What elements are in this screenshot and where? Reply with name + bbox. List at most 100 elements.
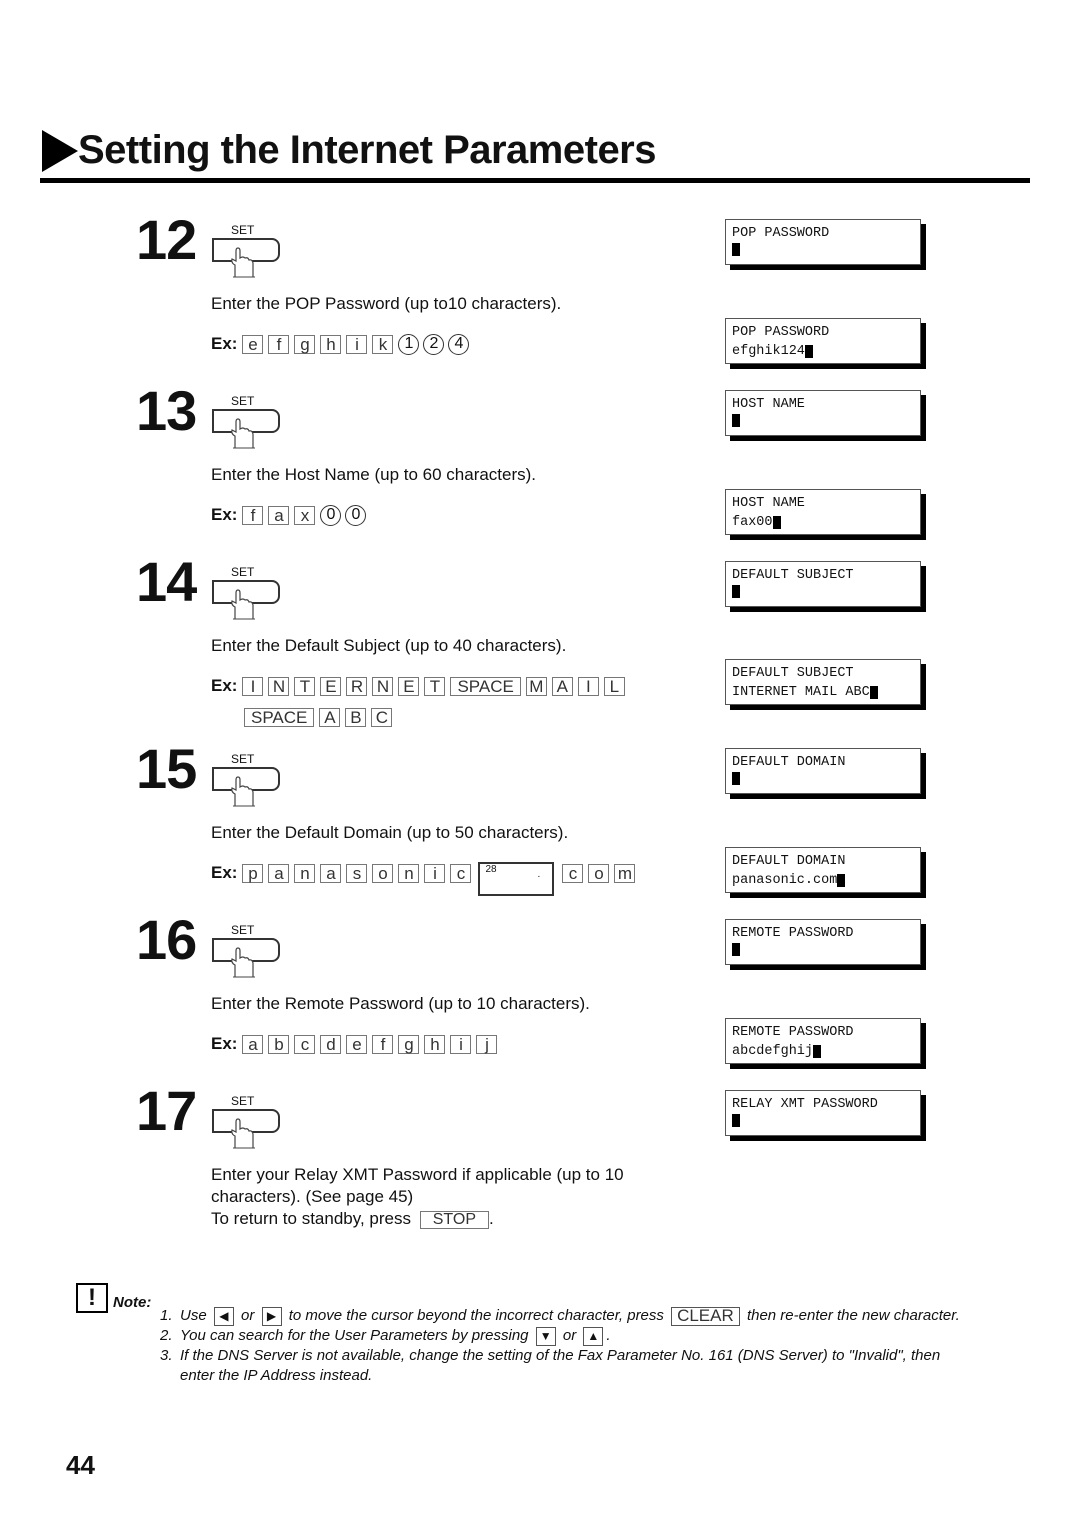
character-key[interactable]: L <box>603 676 625 696</box>
character-key[interactable]: E <box>320 676 342 696</box>
set-key[interactable]: SET <box>211 752 283 822</box>
character-key[interactable]: c <box>562 863 584 883</box>
set-key[interactable]: SET <box>211 394 283 464</box>
numeric-key[interactable]: 0 <box>345 504 367 526</box>
right-arrow-key[interactable]: ▶ <box>261 1306 282 1326</box>
set-key[interactable]: SET <box>211 923 283 993</box>
character-key[interactable]: g <box>294 334 316 354</box>
numeric-key[interactable]: 1 <box>398 333 420 355</box>
character-key[interactable]: B <box>345 707 367 727</box>
character-key[interactable]: b <box>268 1034 290 1054</box>
title-rule <box>40 178 1030 183</box>
character-key[interactable]: p <box>242 863 264 883</box>
character-key[interactable]: i <box>346 334 368 354</box>
character-key[interactable]: M <box>525 676 547 696</box>
example-keys: Ex: p a n a s o n i c 28. c o m <box>211 861 640 896</box>
left-arrow-key[interactable]: ◀ <box>213 1306 234 1326</box>
character-key[interactable]: f <box>268 334 290 354</box>
lcd-line1: HOST NAME <box>732 496 805 511</box>
step-instruction: Enter the Default Subject (up to 40 char… <box>211 636 567 655</box>
cursor-block-icon <box>772 516 781 529</box>
character-key[interactable]: i <box>424 863 446 883</box>
character-key[interactable]: N <box>268 676 290 696</box>
example-keys: Ex: e f g h i k 1 2 4 <box>211 332 473 356</box>
character-key[interactable]: f <box>372 1034 394 1054</box>
character-key[interactable]: x <box>294 505 316 525</box>
character-key[interactable]: N <box>372 676 394 696</box>
character-key[interactable]: n <box>398 863 420 883</box>
space-key[interactable]: SPACE <box>244 707 315 727</box>
example-label: Ex: <box>211 863 238 882</box>
note-text: then re-enter the new character. <box>746 1307 960 1324</box>
lcd-display: REMOTE PASSWORD abcdefghij <box>725 1018 921 1064</box>
character-key[interactable]: s <box>346 863 368 883</box>
clear-key[interactable]: CLEAR <box>671 1306 740 1326</box>
numeric-key[interactable]: 0 <box>320 504 342 526</box>
lcd-line1: POP PASSWORD <box>732 325 830 340</box>
character-key[interactable]: T <box>424 676 446 696</box>
set-key[interactable]: SET <box>211 565 283 635</box>
set-key[interactable]: SET <box>211 1094 283 1164</box>
character-key[interactable]: c <box>450 863 472 883</box>
note-number: 2. <box>160 1327 173 1344</box>
set-key-label: SET <box>231 1094 255 1108</box>
numeric-key[interactable]: 4 <box>448 333 470 355</box>
example-keys: Ex: a b c d e f g h i j <box>211 1032 502 1056</box>
character-key[interactable]: e <box>346 1034 368 1054</box>
example-label: Ex: <box>211 334 238 353</box>
character-key[interactable]: g <box>398 1034 420 1054</box>
down-arrow-key[interactable]: ▼ <box>535 1326 556 1346</box>
step-instruction: Enter the POP Password (up to10 characte… <box>211 294 562 313</box>
up-arrow-key[interactable]: ▲ <box>583 1326 604 1346</box>
step-number: 14 <box>136 550 197 613</box>
character-key[interactable]: n <box>294 863 316 883</box>
character-key[interactable]: I <box>242 676 264 696</box>
character-key[interactable]: m <box>614 863 636 883</box>
character-key[interactable]: k <box>372 334 394 354</box>
space-key[interactable]: SPACE <box>450 676 521 696</box>
character-key[interactable]: i <box>450 1034 472 1054</box>
step-number: 15 <box>136 737 197 800</box>
character-key[interactable]: a <box>242 1034 264 1054</box>
character-key[interactable]: C <box>371 707 393 727</box>
lcd-line1: RELAY XMT PASSWORD <box>732 1097 878 1112</box>
lcd-line2: efghik124 <box>732 344 805 359</box>
character-key[interactable]: e <box>242 334 264 354</box>
character-key[interactable]: I <box>577 676 599 696</box>
character-key[interactable]: h <box>320 334 342 354</box>
character-key[interactable]: j <box>476 1034 498 1054</box>
character-key[interactable]: h <box>424 1034 446 1054</box>
lcd-line1: DEFAULT DOMAIN <box>732 854 846 869</box>
note-list: 1. Use ◀ or ▶ to move the cursor beyond … <box>160 1306 1020 1386</box>
character-key[interactable]: o <box>372 863 394 883</box>
dot-key-28[interactable]: 28. <box>478 862 555 896</box>
key-symbol: . <box>537 869 541 880</box>
cursor-block-icon <box>732 1114 740 1127</box>
lcd-display: REMOTE PASSWORD <box>725 919 921 965</box>
character-key[interactable]: A <box>319 707 341 727</box>
lcd-line2: fax00 <box>732 515 773 530</box>
character-key[interactable]: a <box>320 863 342 883</box>
example-label: Ex: <box>211 1034 238 1053</box>
character-key[interactable]: R <box>346 676 368 696</box>
step-number: 16 <box>136 908 197 971</box>
period: . <box>489 1209 494 1228</box>
stop-key[interactable]: STOP <box>419 1210 490 1229</box>
lcd-line1: POP PASSWORD <box>732 226 830 241</box>
character-key[interactable]: c <box>294 1034 316 1054</box>
set-key-label: SET <box>231 923 255 937</box>
character-key[interactable]: a <box>268 863 290 883</box>
numeric-key[interactable]: 2 <box>423 333 445 355</box>
step-number: 13 <box>136 379 197 442</box>
character-key[interactable]: T <box>294 676 316 696</box>
set-key[interactable]: SET <box>211 223 283 293</box>
cursor-block-icon <box>804 345 813 358</box>
instruction-line: characters). (See page 45) <box>211 1187 414 1206</box>
character-key[interactable]: a <box>268 505 290 525</box>
character-key[interactable]: E <box>398 676 420 696</box>
standby-text: To return to standby, press <box>211 1209 412 1228</box>
character-key[interactable]: A <box>551 676 573 696</box>
character-key[interactable]: f <box>242 505 264 525</box>
character-key[interactable]: d <box>320 1034 342 1054</box>
character-key[interactable]: o <box>588 863 610 883</box>
